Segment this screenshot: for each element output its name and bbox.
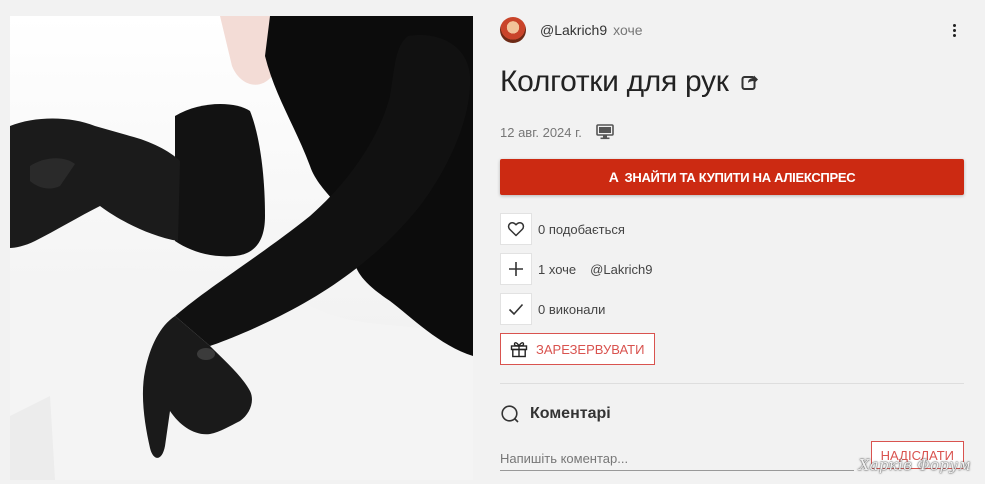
date-label: 12 авг. 2024 г. [500, 124, 582, 140]
comments-title: Коментарі [530, 405, 611, 422]
title-row: Колготки для рук [500, 62, 964, 102]
product-photo [10, 16, 473, 480]
buy-aliexpress-button[interactable]: A ЗНАЙТИ ТА КУПИТИ НА АЛІЕКСПРЕС [500, 159, 964, 195]
product-image[interactable] [10, 16, 473, 480]
divider [500, 383, 964, 384]
heart-icon [507, 221, 525, 237]
more-vertical-icon[interactable] [944, 20, 964, 40]
likes-count: 0 подобається [538, 221, 625, 237]
buy-button-label: ЗНАЙТИ ТА КУПИТИ НА АЛІЕКСПРЕС [624, 169, 856, 185]
done-button[interactable] [500, 293, 532, 325]
wants-user-link[interactable]: @Lakrich9 [590, 262, 652, 277]
meta-row: 12 авг. 2024 г. [500, 122, 964, 142]
wants-count: 1 хоче [538, 261, 577, 277]
watermark: Харків Форум [858, 456, 971, 474]
comments-header: Коментарі [500, 403, 964, 425]
reserve-button[interactable]: ЗАРЕЗЕРВУВАТИ [500, 333, 656, 365]
item-details-panel: @Lakrich9 хоче Колготки для рук 12 авг. … [500, 14, 964, 471]
comment-icon [501, 405, 519, 423]
monitor-icon [596, 124, 614, 140]
author-row: @Lakrich9 хоче [500, 14, 964, 46]
author-action: хоче [613, 22, 643, 38]
want-button[interactable] [500, 253, 532, 285]
done-count: 0 виконали [538, 301, 606, 317]
author-name[interactable]: @Lakrich9 [540, 22, 607, 38]
done-row: 0 виконали [500, 293, 964, 325]
wants-row: 1 хоче @Lakrich9 [500, 253, 964, 285]
check-icon [508, 303, 524, 316]
plus-icon [509, 262, 523, 276]
likes-row: 0 подобається [500, 213, 964, 245]
comment-input[interactable] [500, 441, 854, 471]
aliexpress-icon: A [608, 169, 619, 185]
page-title: Колготки для рук [500, 65, 729, 98]
avatar[interactable] [500, 17, 526, 43]
share-icon[interactable] [741, 73, 759, 91]
like-button[interactable] [500, 213, 532, 245]
gift-icon [510, 342, 528, 358]
reserve-label: ЗАРЕЗЕРВУВАТИ [536, 341, 645, 357]
